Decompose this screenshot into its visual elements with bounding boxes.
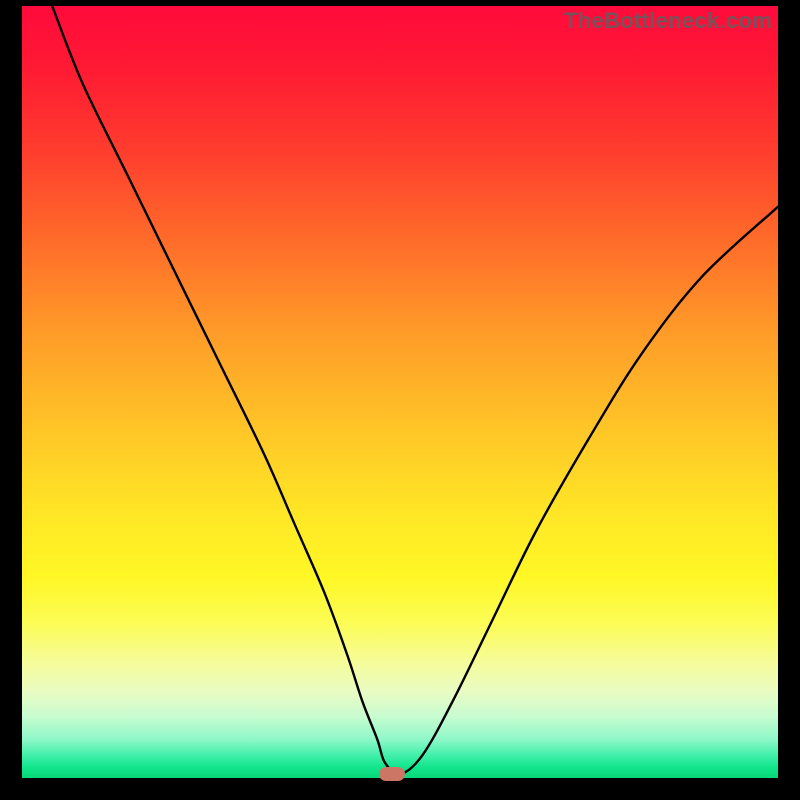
watermark-text: TheBottleneck.com	[564, 8, 772, 34]
chart-frame: TheBottleneck.com	[0, 0, 800, 800]
curve-path	[52, 6, 778, 774]
bottleneck-curve	[22, 6, 778, 778]
plot-area	[22, 6, 778, 778]
min-marker	[379, 767, 405, 781]
